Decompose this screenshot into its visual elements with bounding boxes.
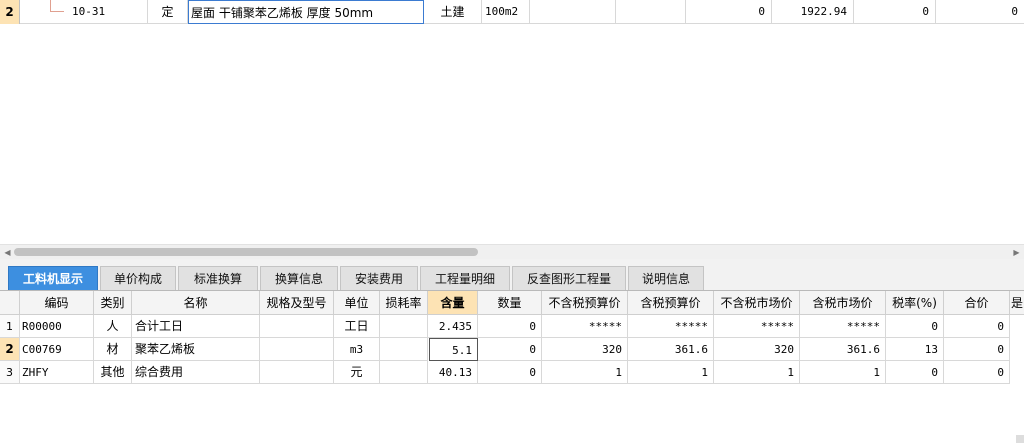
market-price-incl-tax-cell[interactable]: 361.6 — [800, 338, 886, 361]
budget-price-excl-tax-cell[interactable]: ***** — [542, 315, 628, 338]
tax-rate-cell[interactable]: 13 — [886, 338, 944, 361]
spec-cell[interactable] — [260, 338, 334, 361]
budget-price-incl-tax-cell[interactable]: 361.6 — [628, 338, 714, 361]
spec-cell[interactable] — [260, 315, 334, 338]
market-price-incl-tax-cell[interactable]: 1 — [800, 361, 886, 384]
header-market-price-excl-tax[interactable]: 不含税市场价 — [714, 291, 800, 315]
header-category[interactable]: 类别 — [94, 291, 132, 315]
quantity-cell[interactable]: 0 — [686, 0, 772, 24]
row-number[interactable]: 3 — [0, 361, 20, 384]
code-text: 10-31 — [72, 5, 106, 18]
header-market-price-incl-tax[interactable]: 含税市场价 — [800, 291, 886, 315]
col-b-cell[interactable] — [616, 0, 686, 24]
tree-connector — [50, 0, 64, 12]
quota-row[interactable]: 2 10-31 定 屋面 干铺聚苯乙烯板 厚度 50mm 土建 100m2 0 … — [0, 0, 1024, 24]
loss-rate-cell[interactable] — [380, 361, 428, 384]
unit-cell[interactable]: 工日 — [334, 315, 380, 338]
table-row[interactable]: 1 R00000 人 合计工日 工日 2.435 0 ***** ***** *… — [0, 315, 1024, 338]
market-price-excl-tax-cell[interactable]: 320 — [714, 338, 800, 361]
scrollbar-corner — [1016, 435, 1024, 443]
loss-rate-cell[interactable] — [380, 315, 428, 338]
market-price-incl-tax-cell[interactable]: ***** — [800, 315, 886, 338]
content-cell[interactable]: 40.13 — [428, 361, 478, 384]
table-row[interactable]: 3 ZHFY 其他 综合费用 元 40.13 0 1 1 1 1 0 0 — [0, 361, 1024, 384]
tab-reverse-lookup-quantity[interactable]: 反查图形工程量 — [512, 266, 626, 290]
quantity-cell[interactable]: 0 — [478, 338, 542, 361]
quantity-cell[interactable]: 0 — [478, 361, 542, 384]
name-cell[interactable]: 综合费用 — [132, 361, 260, 384]
budget-price-incl-tax-cell[interactable]: ***** — [628, 315, 714, 338]
scrollbar-thumb[interactable] — [14, 248, 478, 256]
total-cell[interactable]: 0 — [944, 361, 1010, 384]
header-total[interactable]: 合价 — [944, 291, 1010, 315]
market-price-excl-tax-cell[interactable]: ***** — [714, 315, 800, 338]
horizontal-scrollbar[interactable]: ◀ ▶ — [0, 244, 1024, 259]
name-cell-editing[interactable]: 屋面 干铺聚苯乙烯板 厚度 50mm — [188, 0, 424, 24]
row-number[interactable]: 2 — [0, 338, 20, 361]
quantity-cell[interactable]: 0 — [478, 315, 542, 338]
unit-price-cell[interactable]: 1922.94 — [772, 0, 854, 24]
tab-description-info[interactable]: 说明信息 — [628, 266, 704, 290]
market-price-excl-tax-cell[interactable]: 1 — [714, 361, 800, 384]
row-number[interactable]: 1 — [0, 315, 20, 338]
header-truncated[interactable]: 是 — [1010, 291, 1024, 315]
type-cell[interactable]: 定 — [148, 0, 188, 24]
header-quantity[interactable]: 数量 — [478, 291, 542, 315]
budget-price-incl-tax-cell[interactable]: 1 — [628, 361, 714, 384]
unit-cell[interactable]: 100m2 — [482, 0, 530, 24]
budget-price-excl-tax-cell[interactable]: 320 — [542, 338, 628, 361]
col-d-cell[interactable]: 0 — [936, 0, 1024, 24]
quota-grid: 2 10-31 定 屋面 干铺聚苯乙烯板 厚度 50mm 土建 100m2 0 … — [0, 0, 1024, 244]
tax-rate-cell[interactable]: 0 — [886, 315, 944, 338]
header-content[interactable]: 含量 — [428, 291, 478, 315]
tax-rate-cell[interactable]: 0 — [886, 361, 944, 384]
name-cell[interactable]: 合计工日 — [132, 315, 260, 338]
category-cell[interactable]: 材 — [94, 338, 132, 361]
tab-standard-conversion[interactable]: 标准换算 — [178, 266, 258, 290]
budget-price-excl-tax-cell[interactable]: 1 — [542, 361, 628, 384]
tab-conversion-info[interactable]: 换算信息 — [260, 266, 338, 290]
unit-cell[interactable]: 元 — [334, 361, 380, 384]
header-loss-rate[interactable]: 损耗率 — [380, 291, 428, 315]
code-cell[interactable]: 10-31 — [20, 0, 148, 24]
category-cell[interactable]: 其他 — [94, 361, 132, 384]
header-code[interactable]: 编码 — [20, 291, 94, 315]
header-budget-price-incl-tax[interactable]: 含税预算价 — [628, 291, 714, 315]
scroll-left-icon[interactable]: ◀ — [0, 245, 15, 260]
resource-grid: 编码 类别 名称 规格及型号 单位 损耗率 含量 数量 不含税预算价 含税预算价… — [0, 291, 1024, 443]
code-cell[interactable]: C00769 — [20, 338, 94, 361]
header-name[interactable]: 名称 — [132, 291, 260, 315]
header-unit[interactable]: 单位 — [334, 291, 380, 315]
scroll-right-icon[interactable]: ▶ — [1009, 245, 1024, 260]
header-tax-rate[interactable]: 税率(%) — [886, 291, 944, 315]
content-cell-active[interactable]: 5.1 — [429, 338, 478, 361]
total-cell[interactable]: 0 — [944, 315, 1010, 338]
specialty-cell[interactable]: 土建 — [424, 0, 482, 24]
tab-quantity-detail[interactable]: 工程量明细 — [420, 266, 510, 290]
unit-cell[interactable]: m3 — [334, 338, 380, 361]
code-cell[interactable]: ZHFY — [20, 361, 94, 384]
header-row-number — [0, 291, 20, 315]
detail-tab-bar: 工料机显示 单价构成 标准换算 换算信息 安装费用 工程量明细 反查图形工程量 … — [0, 259, 1024, 291]
table-row-selected[interactable]: 2 C00769 材 聚苯乙烯板 m3 5.1 0 320 361.6 320 … — [0, 338, 1024, 361]
spec-cell[interactable] — [260, 361, 334, 384]
loss-rate-cell[interactable] — [380, 338, 428, 361]
category-cell[interactable]: 人 — [94, 315, 132, 338]
col-a-cell[interactable] — [530, 0, 616, 24]
content-cell[interactable]: 2.435 — [428, 315, 478, 338]
name-cell[interactable]: 聚苯乙烯板 — [132, 338, 260, 361]
code-cell[interactable]: R00000 — [20, 315, 94, 338]
col-c-cell[interactable]: 0 — [854, 0, 936, 24]
tab-installation-fee[interactable]: 安装费用 — [340, 266, 418, 290]
header-spec[interactable]: 规格及型号 — [260, 291, 334, 315]
total-cell[interactable]: 0 — [944, 338, 1010, 361]
tab-labor-material-machine[interactable]: 工料机显示 — [8, 266, 98, 290]
tab-unit-price-composition[interactable]: 单价构成 — [100, 266, 176, 290]
header-budget-price-excl-tax[interactable]: 不含税预算价 — [542, 291, 628, 315]
row-number[interactable]: 2 — [0, 0, 20, 24]
